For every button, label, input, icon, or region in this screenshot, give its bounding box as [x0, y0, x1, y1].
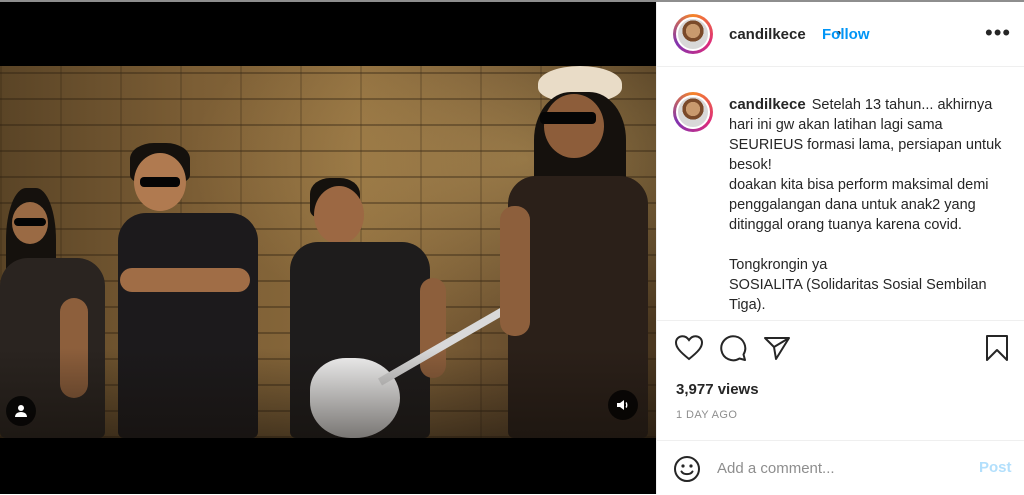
save-button[interactable] [981, 332, 1013, 364]
comment-icon [720, 335, 747, 362]
comment-bar: Post [657, 440, 1024, 495]
caption-line: ditinggal orang tuanya karena covid. [729, 217, 962, 233]
ground-shadow [0, 348, 656, 438]
comment-input[interactable] [717, 457, 957, 479]
post-header: candilkece • Follow ••• [657, 2, 1024, 67]
caption-line: Setelah 13 tahun... akhirnya [811, 97, 993, 113]
action-bar [657, 332, 1024, 372]
caption-avatar[interactable] [673, 92, 713, 132]
caption-line: Tongkrongin ya [729, 257, 828, 273]
share-button[interactable] [761, 332, 793, 364]
follow-button[interactable]: Follow [822, 26, 870, 43]
caption-line: besok! [729, 157, 772, 173]
post-side-panel: candilkece • Follow ••• candilkece Setela… [656, 2, 1024, 494]
post-timestamp[interactable]: 1 DAY AGO [676, 409, 737, 421]
more-options-icon[interactable]: ••• [985, 20, 1011, 46]
heart-icon [675, 335, 703, 361]
caption-username[interactable]: candilkece [729, 96, 806, 113]
caption-line: SEURIEUS formasi lama, persiapan untuk [729, 137, 1002, 153]
paper-plane-icon [764, 337, 790, 360]
emoji-button[interactable] [673, 455, 701, 483]
sound-toggle-button[interactable] [608, 390, 638, 420]
caption-line: SOSIALITA (Solidaritas Sosial Sembilan [729, 277, 987, 293]
post-comment-button[interactable]: Post [979, 459, 1012, 476]
caption-line: penggalangan dana untuk anak2 yang [729, 197, 976, 213]
user-tag-button[interactable] [6, 396, 36, 426]
caption-line: Tiga). [729, 297, 766, 313]
video-frame[interactable] [0, 66, 656, 438]
caption-text: candilkece Setelah 13 tahun... akhirnya h… [729, 95, 1009, 315]
view-count[interactable]: 3,977 views [676, 381, 759, 398]
caption-section: candilkece Setelah 13 tahun... akhirnya h… [657, 67, 1024, 321]
like-button[interactable] [673, 332, 705, 364]
header-username[interactable]: candilkece [729, 26, 806, 43]
bookmark-icon [986, 335, 1008, 361]
user-icon [15, 405, 27, 417]
avatar[interactable] [673, 14, 713, 54]
caption-line: hari ini gw akan latihan lagi sama [729, 117, 943, 133]
speaker-icon [617, 400, 628, 410]
comment-button[interactable] [717, 332, 749, 364]
post-media[interactable] [0, 2, 656, 494]
smiley-icon [674, 456, 700, 482]
caption-line: doakan kita bisa perform maksimal demi [729, 177, 989, 193]
